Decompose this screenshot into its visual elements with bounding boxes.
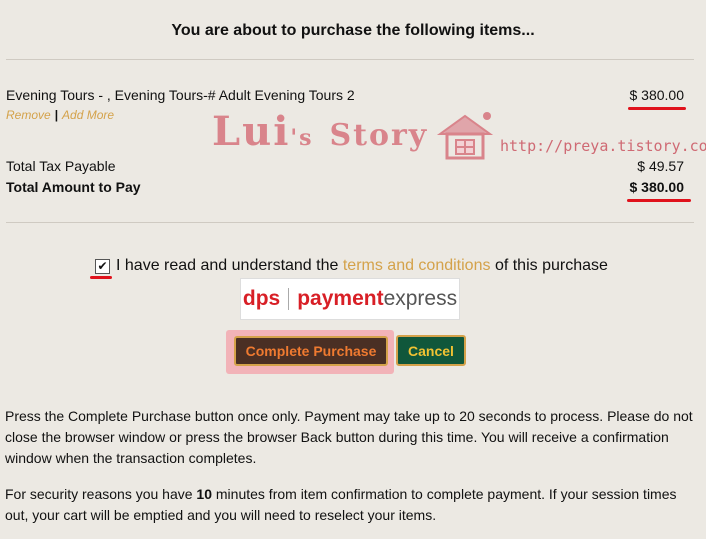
agreement-suffix: of this purchase bbox=[494, 257, 608, 274]
session-notice: For security reasons you have 10 minutes… bbox=[5, 486, 677, 523]
complete-purchase-button[interactable]: Complete Purchase bbox=[234, 336, 388, 366]
divider bbox=[6, 59, 694, 60]
add-more-link[interactable]: Add More bbox=[62, 108, 114, 122]
remove-link[interactable]: Remove bbox=[6, 108, 51, 122]
item-price: $ 380.00 bbox=[629, 87, 685, 103]
link-separator: | bbox=[54, 108, 59, 122]
total-label: Total Amount to Pay bbox=[6, 179, 141, 195]
terms-checkbox[interactable]: ✔ bbox=[95, 258, 110, 274]
divider bbox=[6, 222, 694, 223]
annotation-underline bbox=[90, 276, 112, 279]
total-value: $ 380.00 bbox=[629, 179, 685, 195]
annotation-underline bbox=[628, 107, 686, 110]
item-actions: Remove | Add More bbox=[6, 108, 114, 122]
watermark-url: http://preya.tistory.com bbox=[500, 137, 706, 155]
house-icon bbox=[436, 112, 494, 160]
agreement-prefix: I have read and understand the bbox=[116, 257, 339, 274]
payment-express-logo: dps payment express bbox=[240, 278, 460, 320]
payment-notice: Press the Complete Purchase button once … bbox=[5, 408, 693, 466]
tax-value: $ 49.57 bbox=[637, 158, 684, 174]
terms-agreement: ✔ I have read and understand the terms a… bbox=[95, 257, 608, 275]
terms-link[interactable]: terms and conditions bbox=[343, 257, 491, 275]
watermark-logo-text: Lui's Story bbox=[212, 108, 429, 155]
cancel-button[interactable]: Cancel bbox=[396, 335, 466, 366]
page-title: You are about to purchase the following … bbox=[171, 22, 535, 39]
tax-label: Total Tax Payable bbox=[6, 158, 116, 174]
item-name: Evening Tours - , Evening Tours-# Adult … bbox=[6, 87, 355, 103]
annotation-underline bbox=[627, 199, 691, 202]
